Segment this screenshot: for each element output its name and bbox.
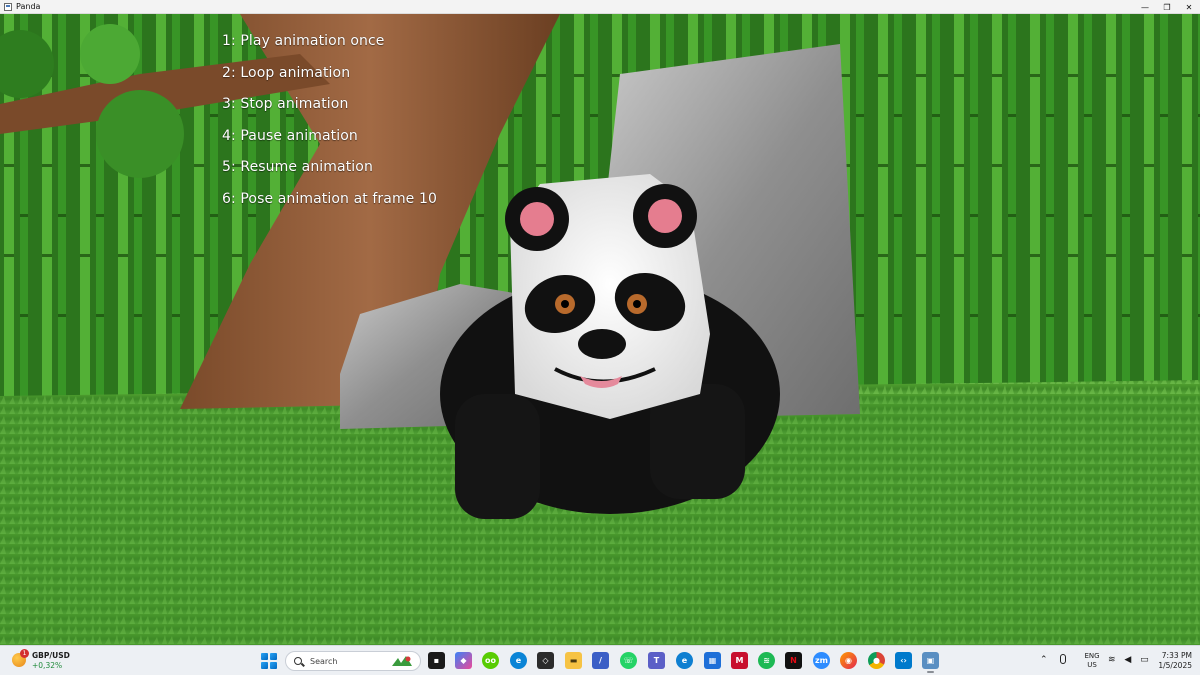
close-button[interactable]: ✕ <box>1178 0 1200 14</box>
language-code: ENG <box>1084 652 1100 660</box>
store-icon[interactable]: ▦ <box>704 652 721 669</box>
visual-studio-icon[interactable]: / <box>592 652 609 669</box>
widget-change: +0,32% <box>32 661 63 670</box>
menu-item-pose-frame: 6: Pose animation at frame 10 <box>222 190 437 207</box>
3d-viewport[interactable]: 1: Play animation once 2: Loop animation… <box>0 14 1200 645</box>
maximize-button[interactable]: ❐ <box>1156 0 1178 14</box>
clock-time: 7:33 PM <box>1161 651 1192 660</box>
file-explorer-icon[interactable]: ▬ <box>565 652 582 669</box>
scene-render <box>0 14 1200 645</box>
clock[interactable]: 7:33 PM 1/5/2025 <box>1152 651 1192 671</box>
start-icon[interactable] <box>261 653 277 669</box>
duolingo-icon[interactable]: oo <box>482 652 499 669</box>
teams-icon[interactable]: T <box>648 652 665 669</box>
window-controls: — ❐ ✕ <box>1134 0 1200 14</box>
netflix-icon[interactable]: N <box>785 652 802 669</box>
language-region: US <box>1087 661 1097 669</box>
language-indicator[interactable]: ENG US <box>1080 652 1104 670</box>
whatsapp-icon[interactable]: ☏ <box>620 652 637 669</box>
firefox-icon[interactable]: ◉ <box>840 652 857 669</box>
copilot-icon[interactable]: ◆ <box>455 652 472 669</box>
edge-icon[interactable]: e <box>510 652 527 669</box>
panda-app-icon[interactable]: ▣ <box>922 652 939 673</box>
spotify-icon[interactable]: ≋ <box>758 652 775 669</box>
windows-taskbar: 1 GBP/USD +0,32% Search ▪ ◆ oo e ◇ ▬ / ☏… <box>0 645 1200 675</box>
window-title: Panda <box>16 2 41 11</box>
edge-browser-icon[interactable]: e <box>676 652 693 669</box>
microphone-icon[interactable] <box>1060 654 1066 664</box>
keyboard-controls-overlay: 1: Play animation once 2: Loop animation… <box>222 32 437 222</box>
menu-item-pause: 4: Pause animation <box>222 127 358 144</box>
chevron-up-icon[interactable]: ⌃ <box>1040 655 1048 665</box>
window-title-bar: Panda — ❐ ✕ <box>0 0 1200 14</box>
search-icon <box>294 657 302 665</box>
search-placeholder: Search <box>310 656 338 666</box>
menu-item-loop: 2: Loop animation <box>222 64 351 81</box>
taskbar-search[interactable]: Search <box>285 651 421 671</box>
widget-badge: 1 <box>20 649 29 658</box>
unity-icon[interactable]: ◇ <box>537 652 554 669</box>
mcafee-icon[interactable]: M <box>731 652 748 669</box>
weather-widget[interactable]: 1 GBP/USD +0,32% <box>8 649 88 673</box>
app-window-icon <box>4 2 12 11</box>
clock-date: 1/5/2025 <box>1158 661 1192 670</box>
chrome-icon[interactable]: ● <box>868 652 885 669</box>
terminal-icon[interactable]: ▪ <box>428 652 445 669</box>
widget-title: GBP/USD <box>32 651 70 660</box>
search-highlight-icon <box>392 656 412 666</box>
menu-item-stop: 3: Stop animation <box>222 96 349 113</box>
menu-item-play-once: 1: Play animation once <box>222 33 385 49</box>
menu-item-resume: 5: Resume animation <box>222 159 373 176</box>
minimize-button[interactable]: — <box>1134 0 1156 14</box>
vscode-icon[interactable]: ‹› <box>895 652 912 669</box>
network-volume-battery-icons[interactable]: ≋ ◀ ▭ <box>1108 655 1152 665</box>
zoom-icon[interactable]: zm <box>813 652 830 669</box>
